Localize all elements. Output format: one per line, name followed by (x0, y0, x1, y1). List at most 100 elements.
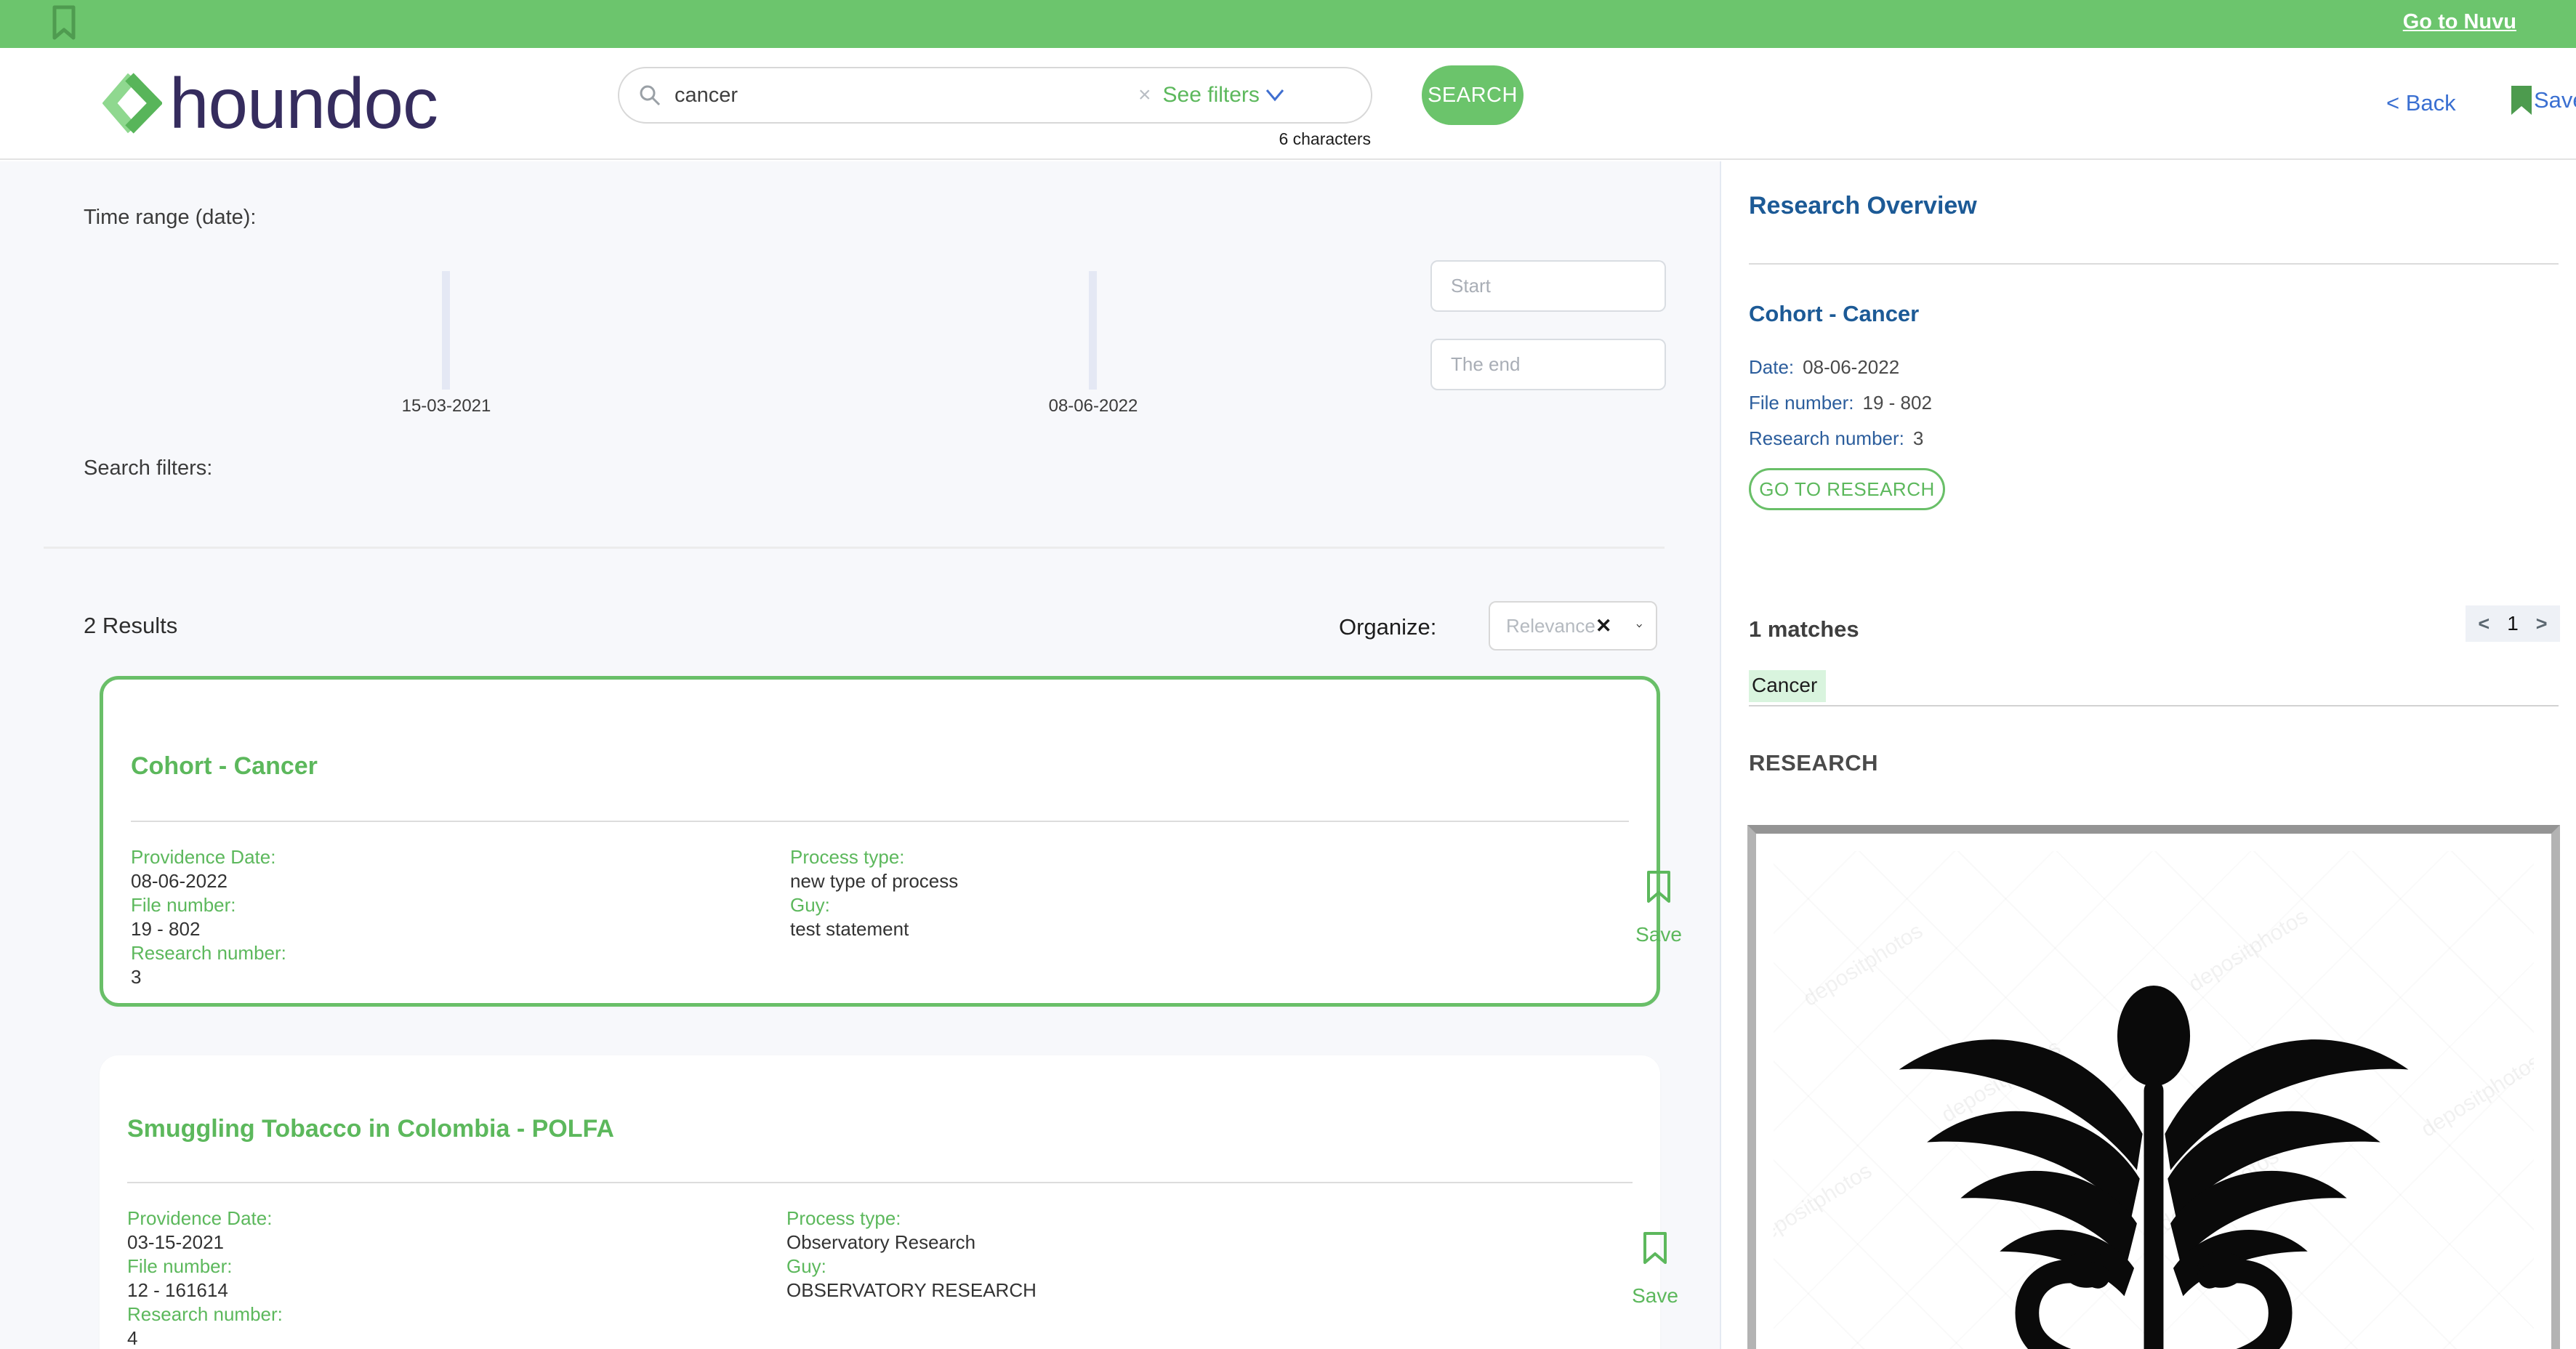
providence-date-value: 08-06-2022 (131, 870, 228, 892)
file-number-value: 19 - 802 (1862, 392, 1932, 414)
matches-pagination: < 1 > (2466, 605, 2560, 642)
result-title[interactable]: Cohort - Cancer (131, 752, 318, 781)
research-number-label: Research number: (131, 942, 286, 964)
bookmark-outline-icon[interactable] (51, 5, 77, 40)
time-range-slider-end[interactable] (1089, 271, 1097, 390)
chevron-down-icon (1265, 89, 1284, 102)
process-type-value: new type of process (790, 870, 959, 892)
date-value: 08-06-2022 (1803, 356, 1900, 378)
divider (131, 821, 1629, 822)
research-image-frame: depositphotos depositphotos depositphoto… (1747, 825, 2560, 1349)
overview-research-row: Research number: 3 (1749, 427, 1923, 450)
caduceus-medical-symbol (1899, 985, 2409, 1349)
divider (1749, 705, 2559, 706)
process-type-label: Process type: (790, 846, 905, 868)
file-number-value: 12 - 161614 (127, 1279, 228, 1301)
organize-placeholder: Relevance (1506, 614, 1595, 637)
research-number-value: 4 (127, 1327, 138, 1349)
time-range-slider-start[interactable] (442, 271, 450, 390)
match-term-highlight[interactable]: Cancer (1749, 670, 1827, 702)
file-number-label: File number: (131, 894, 236, 916)
results-count: 2 Results (84, 613, 178, 638)
save-result-button[interactable]: Save (1619, 870, 1699, 946)
date-label: Date: (1749, 356, 1795, 378)
research-number-value: 3 (1912, 427, 1924, 449)
header-save-button[interactable]: Save (2509, 84, 2576, 116)
guy-value: test statement (790, 918, 909, 940)
search-box: × See filters (618, 67, 1372, 124)
divider (44, 547, 1665, 549)
go-to-research-button[interactable]: GO TO RESEARCH (1749, 468, 1945, 510)
logo-text: houndoc (169, 63, 438, 143)
overview-date-row: Date: 08-06-2022 (1749, 356, 1899, 379)
research-image: depositphotos depositphotos depositphoto… (1774, 851, 2534, 1349)
search-icon (640, 85, 661, 106)
save-label: Save (1635, 923, 1682, 946)
process-type-value: Observatory Research (786, 1231, 976, 1253)
result-fields-left: Providence Date: 08-06-2022 File number:… (131, 845, 286, 989)
result-card-smuggling-tobacco[interactable]: Smuggling Tobacco in Colombia - POLFA Pr… (100, 1055, 1678, 1349)
organize-dropdown[interactable]: Relevance ✕ (1489, 601, 1657, 651)
search-input[interactable] (673, 82, 1138, 108)
process-type-label: Process type: (786, 1207, 901, 1229)
logo-diamond-icon (102, 73, 162, 134)
chevron-down-icon (1637, 624, 1643, 628)
search-button[interactable]: SEARCH (1422, 65, 1524, 125)
header: houndoc × See filters 6 characters SEARC… (0, 48, 2576, 160)
divider (127, 1182, 1633, 1183)
providence-date-label: Providence Date: (131, 846, 276, 868)
time-range-end-date: 08-06-2022 (1048, 396, 1138, 416)
see-filters-toggle[interactable]: See filters (1163, 83, 1286, 108)
current-page: 1 (2507, 612, 2519, 635)
file-number-label: File number: (1749, 392, 1854, 414)
prev-page-button[interactable]: < (2478, 613, 2490, 635)
app-root: Go to Nuvu houndoc × See filters (0, 0, 2576, 1349)
guy-value: OBSERVATORY RESEARCH (786, 1279, 1037, 1301)
file-number-value: 19 - 802 (131, 918, 201, 940)
save-result-button[interactable]: Save (1615, 1231, 1695, 1308)
result-fields-right: Process type: Observatory Research Guy: … (786, 1207, 1037, 1302)
providence-date-label: Providence Date: (127, 1207, 273, 1229)
bookmark-outline-icon (1647, 871, 1670, 903)
results-area: Time range (date): 15-03-2021 08-06-2022… (0, 161, 1720, 1349)
char-count: 6 characters (1279, 129, 1371, 148)
result-card-cohort-cancer[interactable]: Cohort - Cancer Providence Date: 08-06-2… (100, 676, 1682, 1007)
guy-label: Guy: (790, 894, 830, 916)
overview-file-row: File number: 19 - 802 (1749, 392, 1932, 414)
matches-count: 1 matches (1749, 616, 1859, 642)
research-overview-panel: Research Overview Cohort - Cancer Date: 0… (1720, 161, 2576, 1349)
logo: houndoc (102, 67, 438, 140)
result-fields-right: Process type: new type of process Guy: t… (790, 845, 958, 941)
watermark-text: depositphotos (2417, 1050, 2534, 1143)
organize-clear-icon[interactable]: ✕ (1595, 615, 1612, 637)
overview-title: Cohort - Cancer (1749, 301, 1920, 326)
search-filters-label: Search filters: (84, 456, 213, 480)
research-number-label: Research number: (1749, 427, 1904, 449)
bookmark-outline-icon (1643, 1232, 1667, 1264)
back-link[interactable]: < Back (2386, 90, 2456, 116)
file-number-label: File number: (127, 1255, 233, 1277)
start-date-field[interactable] (1430, 260, 1666, 312)
research-section-heading: RESEARCH (1749, 750, 1878, 776)
guy-label: Guy: (786, 1255, 826, 1277)
result-fields-left: Providence Date: 03-15-2021 File number:… (127, 1207, 283, 1349)
next-page-button[interactable]: > (2536, 613, 2548, 635)
research-number-label: Research number: (127, 1303, 283, 1325)
research-number-value: 3 (131, 966, 142, 988)
panel-heading: Research Overview (1749, 192, 1977, 220)
watermark-text: depositphotos (1774, 1159, 1877, 1252)
divider (1749, 263, 2559, 265)
time-range-start-date: 15-03-2021 (401, 396, 491, 416)
go-to-nuvu-link[interactable]: Go to Nuvu (2403, 10, 2516, 34)
providence-date-value: 03-15-2021 (127, 1231, 224, 1253)
top-bar: Go to Nuvu (0, 0, 2576, 48)
end-date-field[interactable] (1430, 339, 1666, 390)
organize-label: Organize: (1339, 614, 1437, 640)
save-label: Save (1632, 1284, 1678, 1307)
clear-search-icon[interactable]: × (1138, 83, 1151, 108)
time-range-label: Time range (date): (84, 206, 257, 229)
header-save-label: Save (2534, 87, 2576, 113)
bookmark-filled-icon (2511, 86, 2532, 115)
see-filters-label: See filters (1162, 83, 1260, 107)
result-title[interactable]: Smuggling Tobacco in Colombia - POLFA (127, 1115, 614, 1143)
